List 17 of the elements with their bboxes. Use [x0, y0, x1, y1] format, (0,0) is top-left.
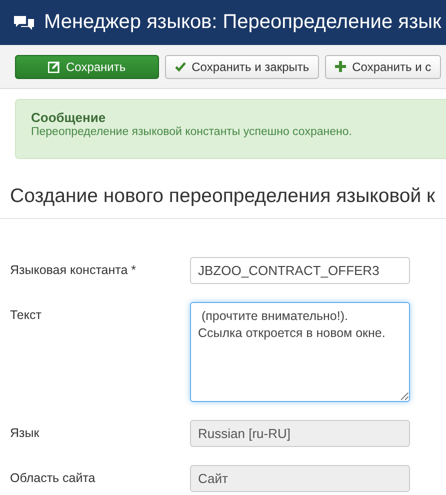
check-icon	[174, 62, 186, 72]
plus-icon	[335, 61, 346, 72]
edit-icon	[48, 60, 60, 72]
message-text: Переопределение языковой константы успешно сохранено.	[31, 126, 353, 138]
field-label: Языковая константа *	[9, 262, 138, 277]
input-field[interactable]: JBZOO_CONTRACT_OFFER3	[190, 257, 410, 284]
message-title: Сообщение	[31, 110, 107, 125]
section-heading: Создание нового переопределения языковой к	[10, 185, 436, 208]
page-title: Менеджер языков: Переопределение язык	[44, 11, 442, 34]
field-label: Язык	[9, 425, 40, 440]
save-button[interactable]: Сохранить и закрыть	[164, 54, 320, 78]
field-label: Область сайта	[9, 470, 96, 485]
save-button[interactable]: Сохранить и с	[325, 54, 442, 78]
chat-icon	[14, 14, 34, 30]
save-button[interactable]: Сохранить	[15, 54, 159, 78]
text-area[interactable]: (прочтите внимательно!). Ссылка откроется в новом окне.	[190, 302, 410, 402]
field-label: Текст	[9, 307, 42, 322]
